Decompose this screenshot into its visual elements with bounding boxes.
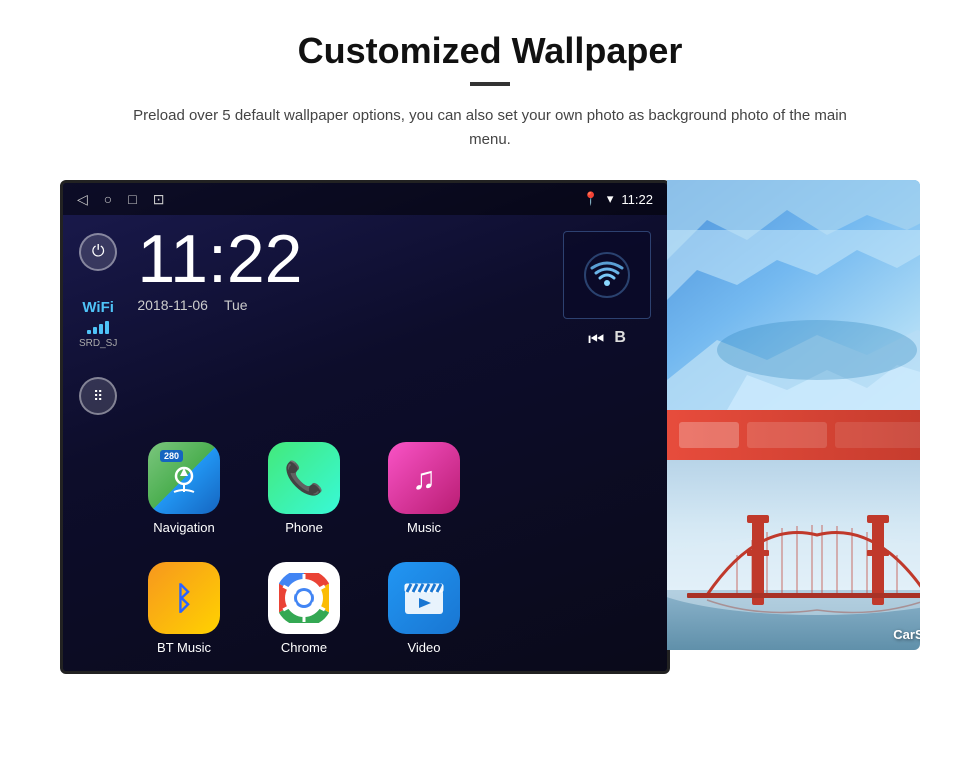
date-display: 2018-11-06	[137, 297, 208, 313]
clock-display: 11:22	[137, 225, 302, 293]
chrome-app-icon	[268, 562, 340, 634]
wifi-bar-3	[99, 324, 103, 334]
phone-icon-glyph: 📞	[284, 459, 324, 497]
carsetting-content	[679, 422, 920, 448]
home-nav-icon[interactable]: ○	[104, 191, 112, 207]
media-controls: ⏮ B	[588, 329, 626, 350]
app-item-bt-music[interactable]: ᛒ BT Music	[129, 545, 239, 655]
chrome-app-label: Chrome	[281, 640, 327, 655]
media-icon-box	[563, 231, 651, 319]
top-area: ⏻ WiFi SRD_SJ ⠿ 11:22	[63, 215, 667, 425]
media-widget: ⏮ B	[563, 225, 651, 350]
video-clapperboard-svg	[403, 580, 445, 616]
page-subtitle: Preload over 5 default wallpaper options…	[115, 104, 865, 152]
navigation-map-svg	[166, 460, 202, 496]
car-rect-2	[747, 422, 827, 448]
wallpaper-bridge[interactable]: CarSetting	[667, 460, 920, 650]
wifi-signal-icon	[582, 250, 632, 300]
video-app-label: Video	[407, 640, 440, 655]
center-area: 11:22 2018-11-06 Tue	[117, 225, 563, 331]
app-item-phone[interactable]: 📞 Phone	[249, 425, 359, 535]
recent-nav-icon[interactable]: □	[128, 191, 136, 207]
bt-music-app-label: BT Music	[157, 640, 211, 655]
wifi-label: WiFi	[79, 299, 117, 316]
left-sidebar: ⏻ WiFi SRD_SJ ⠿	[79, 225, 117, 415]
music-app-label: Music	[407, 520, 441, 535]
wallpaper-previews: CarSetting	[667, 180, 920, 650]
navigation-app-label: Navigation	[153, 520, 214, 535]
wifi-bar-1	[87, 330, 91, 334]
android-screen: ◁ ○ □ ⊡ 📍 ▾ 11:22 ⏻ WiFi	[60, 180, 670, 674]
wallpaper-carsetting-bar	[667, 410, 920, 460]
bluetooth-icon-glyph: ᛒ	[174, 580, 193, 617]
page-title: Customized Wallpaper	[298, 30, 683, 72]
chrome-icon-svg	[279, 573, 329, 623]
music-icon-glyph: ♫	[412, 460, 436, 497]
navigation-app-icon: 280	[148, 442, 220, 514]
phone-app-label: Phone	[285, 520, 323, 535]
prev-track-icon[interactable]: ⏮	[588, 329, 604, 350]
ice-background	[667, 180, 920, 410]
track-label: B	[614, 329, 626, 350]
bt-music-app-icon: ᛒ	[148, 562, 220, 634]
nav-badge: 280	[160, 450, 183, 462]
status-bar-right: 📍 ▾ 11:22	[583, 191, 653, 207]
wifi-info: WiFi SRD_SJ	[79, 299, 117, 349]
wifi-bar-4	[105, 321, 109, 334]
screenshot-nav-icon[interactable]: ⊡	[153, 191, 165, 208]
power-button[interactable]: ⏻	[79, 233, 117, 271]
bridge-svg	[667, 460, 920, 650]
phone-app-icon: 📞	[268, 442, 340, 514]
page-wrapper: Customized Wallpaper Preload over 5 defa…	[0, 0, 980, 758]
app-item-music[interactable]: ♫ Music	[369, 425, 479, 535]
music-app-icon: ♫	[388, 442, 460, 514]
app-item-navigation[interactable]: 280 Navigation	[129, 425, 239, 535]
video-app-icon	[388, 562, 460, 634]
title-underline	[470, 82, 510, 86]
ice-svg	[667, 180, 920, 410]
app-item-video[interactable]: Video	[369, 545, 479, 655]
apps-button[interactable]: ⠿	[79, 377, 117, 415]
wallpaper-ice[interactable]	[667, 180, 920, 410]
date-row: 2018-11-06 Tue	[137, 297, 247, 313]
status-time: 11:22	[621, 192, 653, 207]
bridge-background	[667, 460, 920, 650]
wifi-network-name: SRD_SJ	[79, 338, 117, 349]
day-display: Tue	[224, 297, 248, 313]
location-icon: 📍	[583, 191, 599, 207]
back-nav-icon[interactable]: ◁	[77, 191, 88, 208]
wifi-bars	[79, 320, 117, 334]
wifi-status-icon: ▾	[607, 191, 614, 207]
car-rect-1	[679, 422, 739, 448]
wifi-bar-2	[93, 327, 97, 334]
car-rect-3	[835, 422, 920, 448]
carsetting-label: CarSetting	[893, 627, 920, 642]
status-bar-left: ◁ ○ □ ⊡	[77, 191, 164, 208]
status-bar: ◁ ○ □ ⊡ 📍 ▾ 11:22	[63, 183, 667, 215]
app-grid: 280 Navigation 📞 Pho	[113, 425, 667, 671]
main-content: ◁ ○ □ ⊡ 📍 ▾ 11:22 ⏻ WiFi	[60, 180, 920, 674]
app-item-chrome[interactable]: Chrome	[249, 545, 359, 655]
